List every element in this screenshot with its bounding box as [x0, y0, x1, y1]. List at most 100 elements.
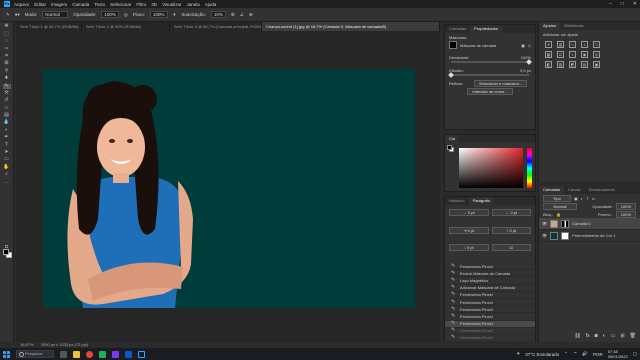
chrome-icon[interactable] — [86, 350, 93, 358]
volume-icon[interactable]: 🔊 — [582, 351, 588, 357]
menu-item-visualizar[interactable]: Visualizar — [162, 2, 181, 7]
threshold-icon[interactable]: ◩ — [569, 61, 576, 68]
history-item[interactable]: ✎ Ferramenta Pincel — [445, 263, 535, 271]
link-icon[interactable]: ⛓ — [574, 333, 580, 339]
hue-slider[interactable] — [527, 148, 532, 188]
quick-select-tool-icon[interactable]: ✑ — [3, 46, 11, 52]
photo-filter-icon[interactable]: ◉ — [581, 51, 588, 58]
menu-item-texto[interactable]: Texto — [94, 2, 105, 7]
eraser-tool-icon[interactable]: ▱ — [3, 105, 11, 111]
rectangle-tool-icon[interactable]: ▭ — [3, 157, 11, 162]
gradient-tool-icon[interactable]: ▤ — [3, 113, 11, 118]
tab-paragrafo[interactable]: Parágrafo — [468, 197, 495, 205]
density-slider[interactable] — [451, 59, 532, 65]
exposure-icon[interactable]: ± — [581, 41, 588, 48]
vibrance-icon[interactable]: ▽ — [593, 41, 600, 48]
menu-item-arquivo[interactable]: Arquivo — [14, 2, 29, 7]
new-group-icon[interactable]: ▭ — [611, 333, 616, 339]
weather-text[interactable]: 37°C Ensolarado — [525, 352, 559, 357]
move-tool-icon[interactable]: ✥ — [3, 24, 11, 29]
gradient-map-icon[interactable]: ▤ — [581, 61, 588, 68]
tab-doc-2[interactable]: Sem Título-2 @ 50% (RGB/8#) — [82, 22, 170, 31]
filter-adjust-icon[interactable]: ◐ — [581, 196, 583, 201]
layer-name[interactable]: Preenchimento de Cor 1 — [572, 233, 615, 238]
menu-item-janela[interactable]: Janela — [187, 2, 200, 7]
windows-start-icon[interactable] — [3, 350, 10, 358]
hue-saturation-icon[interactable]: ▦ — [545, 51, 552, 58]
eye-icon[interactable]: 👁 — [542, 221, 547, 226]
photoshop-taskbar-icon[interactable] — [138, 350, 145, 358]
vector-mask-icon[interactable]: ◇ — [528, 43, 531, 48]
layer-row-camada-0[interactable]: 👁 Camada 0 — [539, 218, 640, 230]
weather-icon[interactable]: ☀ — [516, 351, 520, 357]
tab-demarcadores[interactable]: Demarcadores — [585, 186, 619, 194]
color-range-button[interactable]: Intervalo de cores... — [467, 87, 513, 95]
invert-icon[interactable]: ◧ — [545, 61, 552, 68]
angle-icon[interactable]: ∠ — [240, 12, 244, 18]
gear-icon[interactable]: ⚙ — [231, 12, 235, 18]
select-and-mask-button[interactable]: Selecionar e mascarar... — [474, 79, 528, 87]
pixel-mask-icon[interactable]: ▣ — [521, 43, 525, 48]
menu-item-ajuda[interactable]: Ajuda — [205, 2, 217, 7]
tab-camadas[interactable]: Camadas — [539, 186, 565, 194]
minimize-button[interactable]: – — [609, 0, 612, 8]
zoom-tool-icon[interactable]: ⌕ — [3, 172, 11, 177]
fill-mask-thumbnail[interactable] — [561, 231, 570, 240]
menu-item-3d[interactable]: 3D — [151, 2, 157, 7]
history-item[interactable]: ✎ Laço Magnético — [445, 277, 535, 285]
clock[interactable]: 07:38 05/01/2022 — [608, 349, 628, 359]
layer-filter-select[interactable]: Tipo — [543, 194, 571, 202]
color-panel-fg-swatch[interactable] — [447, 145, 452, 150]
fill-field[interactable]: 100% — [615, 210, 636, 218]
hand-tool-icon[interactable]: ✋ — [3, 164, 11, 170]
blend-mode-select[interactable]: Normal — [543, 202, 577, 210]
mode-select[interactable]: Normal — [42, 11, 69, 18]
indent-left-field[interactable]: → 0 pt — [449, 209, 489, 216]
brush-preset-icon[interactable]: ●▾ — [15, 12, 20, 18]
flow-field[interactable]: 100% — [150, 11, 168, 18]
color-picker-field[interactable] — [459, 148, 523, 188]
feather-slider-knob[interactable] — [448, 72, 454, 78]
history-item[interactable]: ✎ Adicionar Máscara de Camada — [445, 285, 535, 292]
tab-doc-active[interactable]: Crianca-sorind (1).jpg @ 16,7% (Camada 0… — [262, 22, 440, 31]
foreground-color-swatch[interactable] — [3, 249, 9, 255]
posterize-icon[interactable]: ▨ — [557, 61, 564, 68]
feather-value[interactable]: 0,0 px — [520, 68, 531, 73]
layers-opacity-field[interactable]: 100% — [615, 202, 636, 210]
color-balance-icon[interactable]: ⚖ — [557, 51, 564, 58]
layer-mask-thumbnail[interactable] — [561, 219, 570, 228]
history-item[interactable]: ✎ Ferramenta Pincel — [445, 292, 535, 299]
layer-name[interactable]: Camada 0 — [572, 221, 590, 226]
selective-color-icon[interactable]: ▣ — [593, 61, 600, 68]
healing-tool-icon[interactable]: ✚ — [3, 76, 11, 81]
tab-camadas-props[interactable]: Camadas — [445, 25, 470, 33]
space-before-field[interactable]: ↑ 0 pt — [491, 226, 531, 234]
menu-item-filtro[interactable]: Filtro — [136, 2, 146, 7]
network-icon[interactable]: ⌔ — [573, 351, 577, 357]
type-tool-icon[interactable]: T — [3, 142, 11, 148]
smoothing-field[interactable]: 10% — [210, 11, 226, 18]
levels-icon[interactable]: ▥ — [557, 41, 564, 48]
channel-mixer-icon[interactable]: ◎ — [593, 51, 600, 58]
history-item[interactable]: ✎ Ferramenta Pincel — [445, 320, 535, 328]
airbrush-icon[interactable]: ✈ — [173, 12, 177, 18]
brightness-icon[interactable]: ☀ — [545, 41, 552, 48]
lock-icon[interactable]: 🔒 — [556, 212, 561, 217]
tab-canais[interactable]: Canais — [564, 186, 584, 194]
tab-historico[interactable]: Histórico — [445, 197, 469, 205]
zoom-readout[interactable]: 16,67% — [20, 342, 34, 347]
filter-shape-icon[interactable]: ▭ — [592, 196, 596, 201]
tray-arrow-icon[interactable]: ⌃ — [564, 351, 568, 357]
more-tools-icon[interactable]: … — [3, 179, 11, 185]
first-line-field[interactable]: ⇥ 0 pt — [449, 226, 489, 234]
eyedropper-tool-icon[interactable]: ⚲ — [3, 68, 11, 74]
tab-ajustes[interactable]: Ajustes — [539, 22, 561, 30]
language-indicator[interactable]: POR — [593, 352, 603, 357]
crop-tool-icon[interactable]: ⌗ — [3, 53, 11, 59]
new-adjustment-icon[interactable]: ◐ — [603, 333, 606, 339]
new-layer-icon[interactable]: ⊞ — [620, 333, 624, 339]
tab-doc-1[interactable]: Sem Título-1 @ 66,7% (RGB/8#) — [16, 22, 82, 31]
eye-icon[interactable]: 👁 — [542, 233, 547, 238]
history-brush-tool-icon[interactable]: ↺ — [3, 98, 11, 103]
history-item[interactable]: ✎ Ferramenta Pincel — [445, 328, 535, 335]
